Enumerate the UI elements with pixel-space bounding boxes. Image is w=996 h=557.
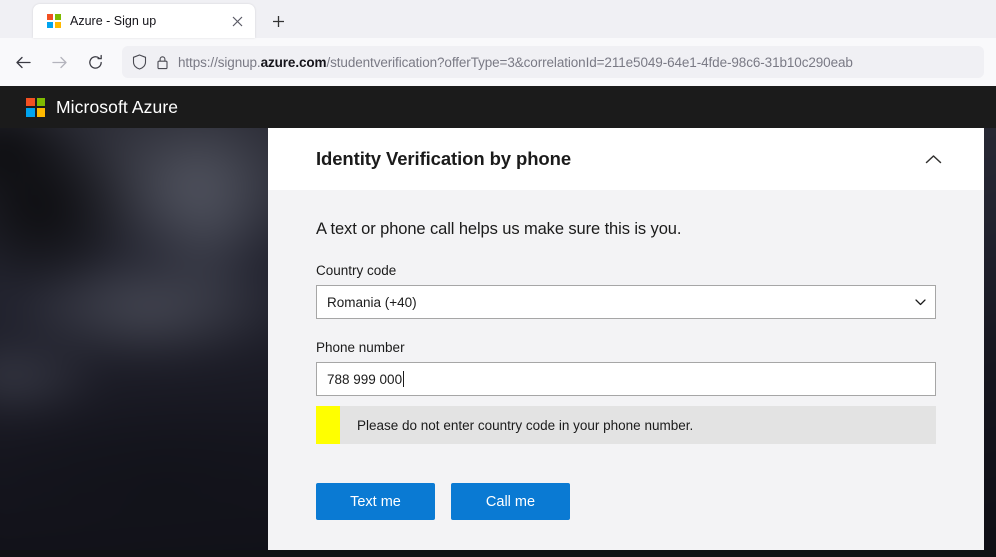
browser-window: Azure - Sign up https://signup.azure.com…	[0, 0, 996, 557]
page-bottom-bar	[0, 550, 996, 557]
reload-icon[interactable]	[78, 45, 112, 79]
tab-title: Azure - Sign up	[70, 14, 157, 28]
warning-icon	[316, 406, 340, 444]
azure-site-header: Microsoft Azure	[0, 86, 996, 128]
phone-number-input[interactable]: 788 999 000	[316, 362, 936, 396]
new-tab-button[interactable]	[264, 7, 292, 35]
call-me-button[interactable]: Call me	[451, 483, 570, 520]
close-icon[interactable]	[226, 10, 248, 32]
tab-strip: Azure - Sign up	[0, 0, 996, 38]
chevron-up-icon[interactable]	[918, 144, 948, 174]
card-body: A text or phone call helps us make sure …	[268, 190, 984, 520]
microsoft-logo-icon	[26, 97, 45, 117]
validation-warning: Please do not enter country code in your…	[316, 406, 936, 444]
browser-tab-azure-sign-up[interactable]: Azure - Sign up	[33, 4, 255, 38]
address-bar[interactable]: https://signup.azure.com/studentverifica…	[122, 46, 984, 78]
page-title: Identity Verification by phone	[316, 148, 572, 169]
text-me-button[interactable]: Text me	[316, 483, 435, 520]
brand-name: Microsoft Azure	[56, 96, 179, 117]
warning-text: Please do not enter country code in your…	[357, 417, 694, 433]
text-cursor	[403, 371, 405, 387]
intro-text: A text or phone call helps us make sure …	[316, 220, 682, 238]
page-viewport: Microsoft Azure Identity Verification by…	[0, 86, 996, 557]
url-text[interactable]: https://signup.azure.com/studentverifica…	[178, 55, 853, 70]
microsoft-logo-icon	[47, 14, 61, 28]
action-buttons: Text me Call me	[316, 483, 936, 520]
country-code-select-wrapper[interactable]: Romania (+40)	[316, 285, 936, 319]
phone-number-value: 788 999 000	[327, 371, 403, 387]
phone-number-label: Phone number	[316, 340, 405, 355]
country-code-select[interactable]: Romania (+40)	[316, 285, 936, 319]
card-header: Identity Verification by phone	[268, 128, 984, 190]
padlock-icon[interactable]	[156, 55, 169, 70]
navigation-toolbar: https://signup.azure.com/studentverifica…	[0, 38, 996, 86]
forward-arrow-icon	[42, 45, 76, 79]
verification-card: Identity Verification by phone A text or…	[268, 128, 984, 550]
country-code-label: Country code	[316, 263, 397, 278]
back-arrow-icon[interactable]	[6, 45, 40, 79]
tracking-protection-shield-icon[interactable]	[132, 54, 147, 70]
